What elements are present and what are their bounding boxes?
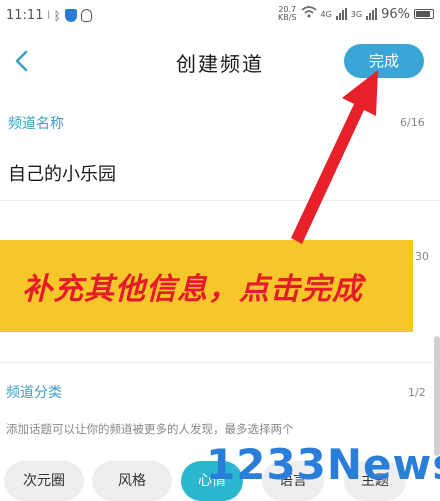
red-arrow-annotation [291,70,378,244]
